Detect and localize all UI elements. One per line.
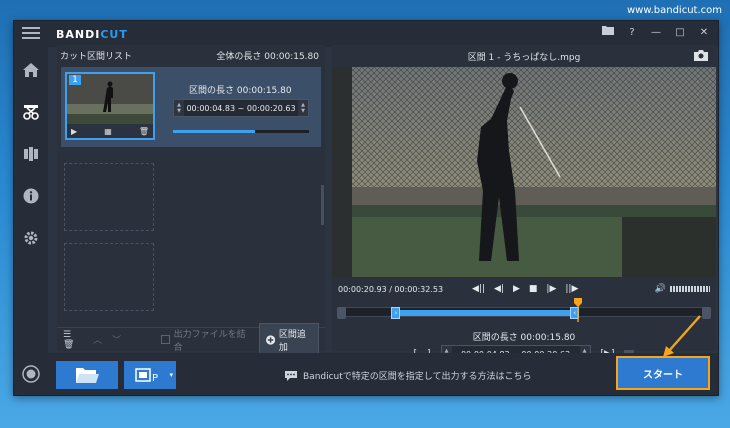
bottom-bar: P ▾ Bandicutで特定の区間を指定して出力する方法はこちら スタート — [48, 353, 718, 395]
svg-text:P: P — [152, 373, 158, 383]
playhead[interactable] — [573, 298, 582, 322]
output-format-button[interactable]: P ▾ — [124, 361, 176, 389]
minimize-icon[interactable]: — — [648, 25, 664, 41]
prev-segment-icon[interactable]: ◀|| — [472, 284, 485, 294]
start-handle[interactable]: › — [391, 307, 401, 319]
plus-icon — [265, 334, 275, 345]
format-dropdown-icon[interactable]: ▾ — [169, 371, 173, 379]
play-icon[interactable]: ▶ — [513, 284, 520, 294]
chat-icon — [285, 370, 297, 381]
app-window: BANDICUT ? — □ ✕ カット区間リスト 全体の長さ 00:00:15… — [13, 20, 719, 396]
video-preview[interactable] — [332, 67, 716, 277]
help-icon[interactable]: ? — [624, 25, 640, 41]
clip-thumbnail[interactable]: 1 ▶ ▦ 🗑 — [65, 72, 155, 140]
grid-icon[interactable]: ▦ — [104, 127, 112, 136]
home-icon[interactable] — [14, 53, 48, 87]
clip-length: 区間の長さ 00:00:15.80 — [189, 86, 292, 96]
maximize-icon[interactable]: □ — [672, 25, 688, 41]
record-icon[interactable] — [14, 357, 48, 391]
clip-separator: ~ — [237, 103, 245, 113]
merge-checkbox[interactable] — [161, 335, 170, 344]
cut-icon[interactable] — [14, 95, 48, 129]
delete-all-icon[interactable]: ☰🗑 — [63, 330, 81, 350]
film-icon[interactable] — [14, 137, 48, 171]
trash-icon[interactable]: 🗑 — [139, 127, 149, 136]
clip-number: 1 — [69, 75, 81, 85]
gear-icon[interactable] — [14, 221, 48, 255]
cut-list-panel: カット区間リスト 全体の長さ 00:00:15.80 1 ▶ ▦ 🗑 区間の長さ… — [57, 45, 325, 357]
step-forward-icon[interactable]: |▶ — [546, 284, 556, 294]
menu-icon[interactable] — [22, 27, 40, 41]
end-spinner-icon[interactable]: ▲ ▼ — [298, 100, 308, 116]
timeline-start-cap — [337, 307, 346, 319]
add-segment-button[interactable]: 区間追加 — [258, 322, 319, 357]
move-up-icon[interactable]: ︿ — [93, 333, 102, 346]
clip-end[interactable]: 00:00:20.63 — [247, 104, 296, 113]
open-folder-icon — [76, 368, 99, 383]
next-segment-icon[interactable]: ||▶ — [565, 284, 578, 294]
preview-title: 区間 1 - うちっぱなし.mpg — [467, 52, 581, 63]
clip-progress — [173, 130, 309, 133]
start-button[interactable]: スタート — [616, 356, 710, 390]
folder-icon[interactable] — [600, 25, 616, 41]
start-spinner-icon[interactable]: ▲ ▼ — [174, 100, 184, 116]
empty-clip-slot — [64, 163, 154, 231]
volume-icon[interactable]: 🔊 — [655, 284, 666, 294]
move-down-icon[interactable]: ﹀ — [112, 333, 121, 346]
segment-length: 区間の長さ 00:00:15.80 — [472, 333, 576, 343]
annotation-arrow-icon — [663, 315, 701, 357]
selected-range — [395, 310, 575, 316]
app-logo: BANDICUT — [56, 28, 128, 41]
time-display: 00:00:20.93 / 00:00:32.53 — [338, 284, 444, 294]
clip-start[interactable]: 00:00:04.83 — [186, 104, 235, 113]
stop-icon[interactable]: ■ — [529, 284, 538, 294]
sidebar — [14, 47, 48, 395]
clip-card[interactable]: 1 ▶ ▦ 🗑 区間の長さ 00:00:15.80 ▲ ▼ 00:00:04.8… — [61, 67, 321, 147]
open-file-button[interactable] — [56, 361, 118, 389]
play-icon[interactable]: ▶ — [71, 127, 77, 136]
film-format-icon: P — [135, 368, 158, 383]
camera-icon[interactable] — [694, 50, 708, 64]
total-length: 全体の長さ 00:00:15.80 — [216, 51, 319, 62]
merge-label: 出力ファイルを結合 — [173, 329, 246, 353]
clip-range[interactable]: ▲ ▼ 00:00:04.83 ~ 00:00:20.63 ▲ ▼ — [173, 99, 309, 117]
info-icon[interactable] — [14, 179, 48, 213]
close-icon[interactable]: ✕ — [696, 25, 712, 41]
cut-timeline[interactable]: › ‹ — [337, 298, 711, 322]
help-link[interactable]: Bandicutで特定の区間を指定して出力する方法はこちら — [303, 369, 532, 382]
titlebar: BANDICUT ? — □ ✕ — [14, 21, 718, 47]
cut-list-title: カット区間リスト — [60, 51, 133, 62]
watermark-url: www.bandicut.com — [626, 5, 722, 16]
volume-slider[interactable] — [670, 286, 710, 292]
empty-clip-slot — [64, 243, 154, 311]
preview-panel: 区間 1 - うちっぱなし.mpg 00:00:20.93 / 00:00:32… — [332, 45, 716, 363]
step-back-icon[interactable]: ◀| — [494, 284, 504, 294]
list-scrollbar[interactable] — [321, 185, 324, 225]
